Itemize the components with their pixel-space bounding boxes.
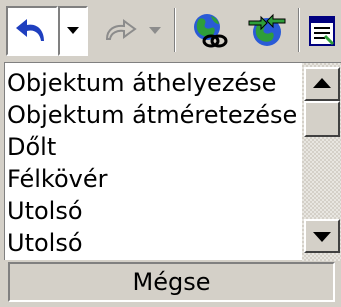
scroll-down-button[interactable] (304, 219, 340, 253)
undo-history-list: Objektum áthelyezése Objektum átméretezé… (4, 62, 341, 261)
list-item[interactable]: Dőlt (5, 131, 300, 163)
undo-button[interactable] (6, 6, 58, 56)
web-toolbar-button[interactable] (240, 6, 294, 56)
down-arrow-icon (313, 232, 331, 242)
list-item[interactable]: Objektum áthelyezése (5, 67, 300, 99)
undo-dropdown-button[interactable] (58, 6, 88, 56)
up-arrow-icon (313, 78, 331, 88)
standard-toolbar (0, 0, 341, 62)
list-item[interactable]: Objektum átméretezése (5, 99, 300, 131)
drawing-toolbar-icon (308, 16, 335, 46)
undo-history-items: Objektum áthelyezése Objektum átméretezé… (5, 67, 300, 259)
redo-button[interactable] (98, 6, 142, 56)
redo-icon (105, 19, 137, 40)
cancel-button[interactable]: Mégse (8, 262, 335, 302)
undo-dropdown-panel: Objektum áthelyezése Objektum átméretezé… (0, 0, 341, 307)
toolbar-separator (174, 8, 176, 52)
vertical-scrollbar[interactable] (302, 63, 341, 261)
dropdown-arrow-icon (67, 27, 79, 34)
scrollbar-thumb[interactable] (304, 101, 340, 137)
toolbar-separator (298, 8, 300, 52)
globe-link-icon (194, 14, 228, 48)
dropdown-arrow-icon (149, 27, 161, 34)
insert-hyperlink-button[interactable] (182, 6, 236, 56)
globe-arrows-icon (248, 13, 286, 46)
undo-icon (16, 19, 44, 41)
list-item[interactable]: Félkövér (5, 163, 300, 195)
drawing-toolbar-button[interactable] (302, 6, 341, 56)
list-item[interactable]: Utolsó (5, 195, 300, 227)
redo-dropdown-button[interactable] (142, 6, 168, 56)
list-item[interactable]: Utolsó (5, 227, 300, 259)
scroll-up-button[interactable] (304, 67, 340, 101)
